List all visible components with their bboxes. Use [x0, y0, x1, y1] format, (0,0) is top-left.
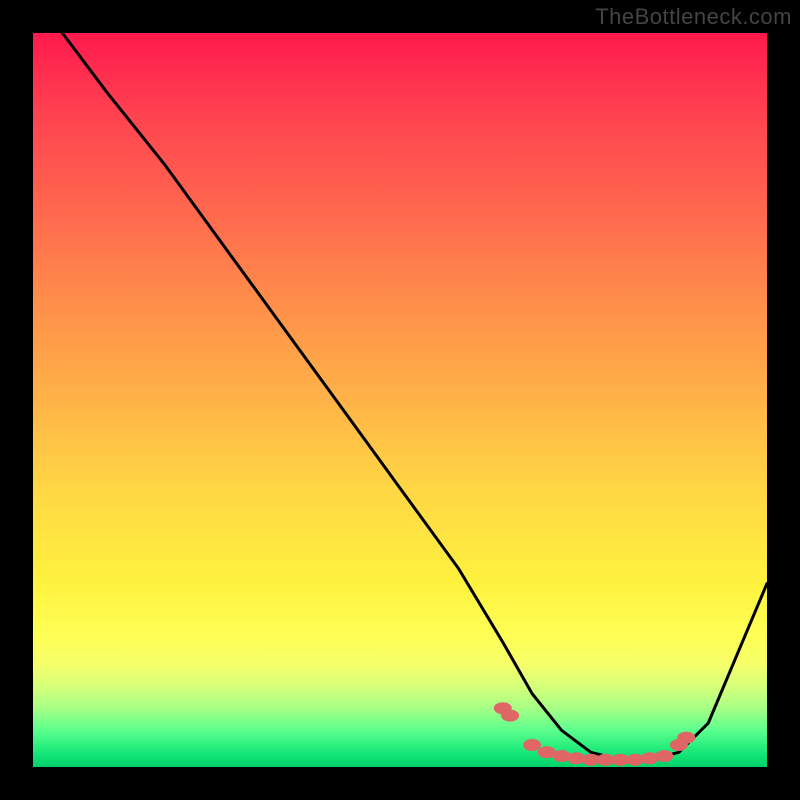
highlight-dot — [523, 739, 541, 751]
bottleneck-curve-path — [62, 33, 767, 760]
marker-group — [494, 702, 696, 765]
plot-area — [33, 33, 767, 767]
curve-svg — [33, 33, 767, 767]
watermark-text: TheBottleneck.com — [595, 4, 792, 30]
highlight-dot — [655, 750, 673, 762]
highlight-dot — [677, 732, 695, 744]
highlight-dot — [501, 710, 519, 722]
chart-frame: TheBottleneck.com — [0, 0, 800, 800]
